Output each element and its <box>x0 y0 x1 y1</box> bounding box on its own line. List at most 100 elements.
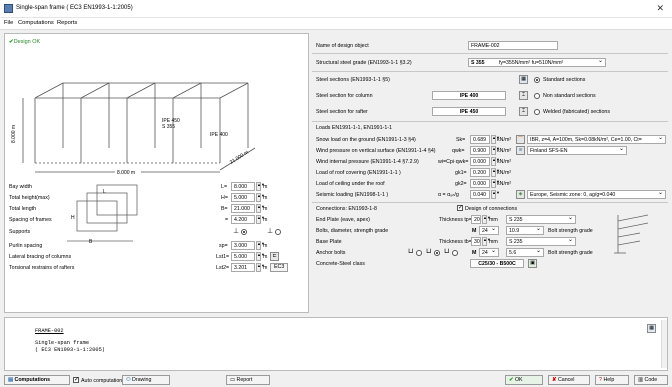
drawing-button[interactable]: ⬭ Drawing <box>122 375 170 385</box>
input-snow-load[interactable]: 0.689 <box>470 135 490 144</box>
select-bolt-diameter[interactable]: 24 <box>479 226 499 235</box>
menu-computations[interactable]: Computations <box>18 20 54 26</box>
help-button[interactable]: ? Help <box>595 375 629 385</box>
input-total-height[interactable]: 5.000 <box>231 193 255 202</box>
menu-reports[interactable]: Reports <box>57 20 77 26</box>
label-steel-grade: Structural steel grade (EN1993-1-1 §3.2) <box>316 60 412 66</box>
label-wind-pressure: Wind pressure on vertical surface (EN199… <box>316 148 436 154</box>
sections-table-icon[interactable]: ▦ <box>519 75 528 84</box>
spinner-snow-load[interactable]: ▲▼ <box>491 135 500 144</box>
unit-end-plate: mm <box>489 217 498 223</box>
label-welded-sections: Welded (fabricated) sections <box>543 109 611 115</box>
label-rafter-section: Steel section for rafter <box>316 109 368 115</box>
mini-label-h: H <box>71 215 75 221</box>
label-bay-width: Bay width <box>9 184 32 190</box>
wind-load-icon[interactable]: ≋ <box>516 146 525 155</box>
radio-anchor-type3[interactable] <box>452 250 458 256</box>
spinner-base-plate[interactable]: ▲▼ <box>482 237 491 246</box>
connection-schematic <box>614 214 649 254</box>
lateral-bracing-icon[interactable]: ⊏ <box>270 252 279 261</box>
input-roof-covering[interactable]: 0.200 <box>470 168 490 177</box>
input-column-section[interactable]: IPE 400 <box>432 91 506 100</box>
computations-button[interactable]: ▤ Computations <box>4 375 70 385</box>
input-wind-pressure[interactable]: 0.900 <box>470 146 490 155</box>
checkbox-auto-computation[interactable]: ✓ <box>73 377 79 383</box>
input-purlin-spacing[interactable]: 3.000 <box>231 241 255 250</box>
input-wind-internal[interactable]: 0.000 <box>470 157 490 166</box>
radio-anchor-type1[interactable] <box>416 250 422 256</box>
checkbox-design-connections[interactable]: ✓ <box>457 205 463 211</box>
mini-label-l: L <box>103 189 106 195</box>
summary-export-icon[interactable]: ▦ <box>647 324 656 333</box>
input-ceiling-load[interactable]: 0.000 <box>470 179 490 188</box>
spinner-ceiling-load[interactable]: ▲▼ <box>491 179 500 188</box>
ec3-button[interactable]: EC3 <box>270 263 289 272</box>
radio-support-fixed[interactable] <box>241 229 247 235</box>
window-title: Single-span frame ( EC3 EN1993-1-1:2005) <box>16 5 133 11</box>
select-end-plate-grade[interactable]: S 235 <box>506 215 576 224</box>
spinner-roof-covering[interactable]: ▲▼ <box>491 168 500 177</box>
input-end-plate-thickness[interactable]: 20 <box>471 215 481 224</box>
spinner-total-length[interactable]: ▲▼ <box>256 204 265 213</box>
label-design-connections: Design of connections <box>465 206 518 212</box>
spinner-lateral-bracing[interactable]: ▲▼ <box>256 252 265 261</box>
radio-non-standard-sections[interactable] <box>534 93 540 99</box>
spinner-torsional-restrains[interactable]: ▲▼ <box>256 263 265 272</box>
label-snow-load: Snow load on the ground (EN1991-1-3 §4) <box>316 137 416 143</box>
select-anchor-grade[interactable]: 5.6 <box>506 248 544 257</box>
label-bolt-strength: Bolt strength grade <box>548 228 593 234</box>
seismic-map-icon[interactable]: ◈ <box>516 190 525 199</box>
cancel-button[interactable]: ✘ Cancel <box>548 375 590 385</box>
ok-button[interactable]: ✔ OK <box>505 375 543 385</box>
label-roof-covering: Load of roof covering (EN1991-1-1 ) <box>316 170 401 176</box>
snow-load-icon[interactable]: ⌒ <box>516 135 525 144</box>
spinner-seismic[interactable]: ▲▼ <box>491 190 500 199</box>
label-standard-sections: Standard sections <box>543 77 586 83</box>
code-button[interactable]: ▥ Code <box>634 375 668 385</box>
input-concrete-class[interactable]: C25/30 - B500C <box>470 259 524 268</box>
spinner-wind-pressure[interactable]: ▲▼ <box>491 146 500 155</box>
radio-anchor-type2[interactable] <box>434 250 440 256</box>
left-panel: ✔Design OK IPE 450 S 355 IPE 400 8.000 m… <box>4 33 309 313</box>
sym-torsional-restrains: Lst2= <box>216 265 230 271</box>
select-anchor-diameter[interactable]: 24 <box>479 248 499 257</box>
radio-standard-sections[interactable] <box>534 77 540 83</box>
select-wind-national[interactable]: Finland SFS-EN <box>527 146 627 155</box>
close-icon[interactable]: ✕ <box>656 3 664 14</box>
computations-icon: ▤ <box>8 377 14 383</box>
input-bay-width[interactable]: 8.000 <box>231 182 255 191</box>
spinner-purlin-spacing[interactable]: ▲▼ <box>256 241 265 250</box>
input-seismic[interactable]: 0.040 <box>470 190 490 199</box>
select-base-plate-grade[interactable]: S 235 <box>506 237 576 246</box>
spinner-total-height[interactable]: ▲▼ <box>256 193 265 202</box>
label-spacing-frames: Spacing of frames <box>9 217 52 223</box>
input-rafter-section[interactable]: IPE 450 <box>432 107 506 116</box>
input-spacing-frames[interactable]: 4.200 <box>231 215 255 224</box>
label-total-height: Total height(max) <box>9 195 50 201</box>
label-column-section: Steel section for column <box>316 93 373 99</box>
spinner-spacing-frames[interactable]: ▲▼ <box>256 215 265 224</box>
radio-welded-sections[interactable] <box>534 109 540 115</box>
input-lateral-bracing[interactable]: 5.000 <box>231 252 255 261</box>
input-total-length[interactable]: 21.000 <box>231 204 255 213</box>
diagram-grade-label: S 355 <box>162 124 175 130</box>
column-section-icon[interactable]: ⌶ <box>519 91 528 100</box>
spinner-bay-width[interactable]: ▲▼ <box>256 182 265 191</box>
rafter-section-icon[interactable]: ⌶ <box>519 107 528 116</box>
report-button[interactable]: ▭ Report <box>226 375 270 385</box>
concrete-class-icon[interactable]: ▣ <box>528 259 537 268</box>
spinner-wind-internal[interactable]: ▲▼ <box>491 157 500 166</box>
select-seismic-zone[interactable]: Europe, Seismic zone: 0, ag/g=0.040 <box>527 190 666 199</box>
select-bolt-grade[interactable]: 10.9 <box>506 226 544 235</box>
sym-total-length: B= <box>221 206 228 212</box>
input-base-plate-thickness[interactable]: 30 <box>471 237 481 246</box>
input-name-object[interactable]: FRAME-002 <box>468 41 558 50</box>
sym-wind-pressure: qwk= <box>452 148 465 154</box>
select-steel-grade[interactable]: S 355 fy=355N/mm² fu=510N/mm² <box>468 58 606 67</box>
radio-support-pinned[interactable] <box>275 229 281 235</box>
select-snow-region[interactable]: IBR, z=4, A=100m, Sk=0.08kN/m², Ce=1.00,… <box>527 135 666 144</box>
input-torsional-restrains[interactable]: 3.201 <box>231 263 255 272</box>
spinner-end-plate[interactable]: ▲▼ <box>482 215 491 224</box>
summary-scrollbar[interactable] <box>661 320 667 368</box>
menu-file[interactable]: File <box>4 20 13 26</box>
